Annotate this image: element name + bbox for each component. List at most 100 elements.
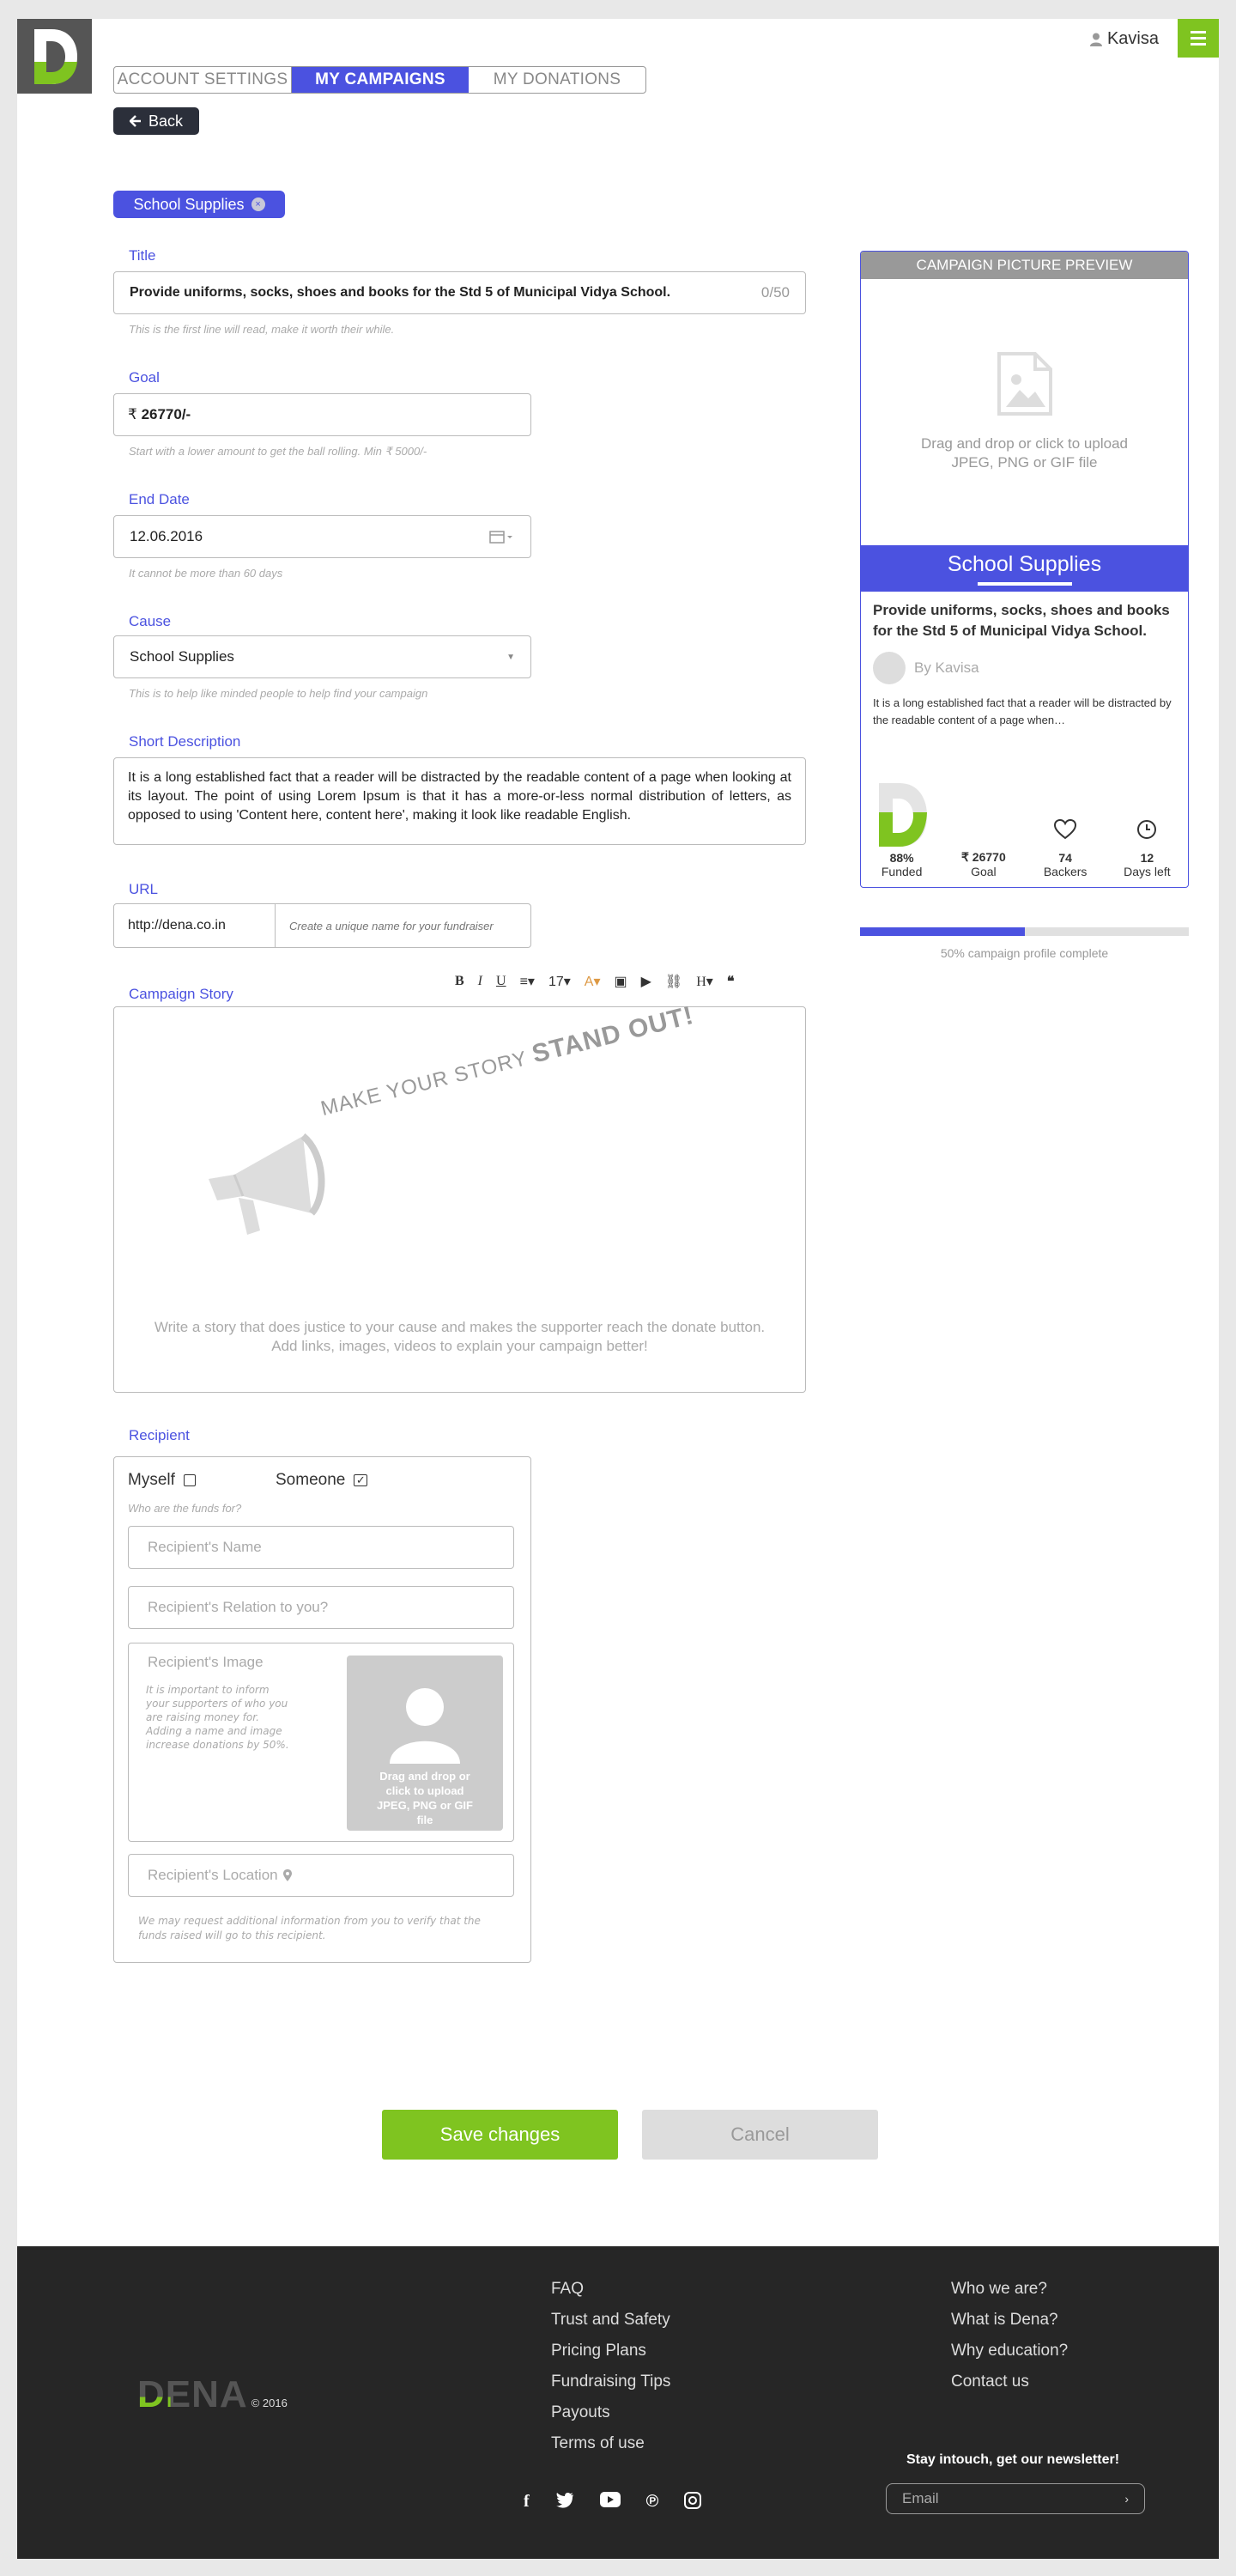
cancel-button[interactable]: Cancel (642, 2110, 878, 2160)
days-value: 12 (1140, 851, 1154, 865)
campaign-story-editor[interactable]: MAKE YOUR STORY STAND OUT! Write a story… (113, 1001, 806, 1393)
dena-logo[interactable] (17, 19, 92, 94)
title-input[interactable]: Provide uniforms, socks, shoes and books… (113, 271, 806, 314)
currency-symbol: ₹ (128, 406, 137, 422)
footer-link-pricing[interactable]: Pricing Plans (551, 2336, 670, 2366)
font-size-select[interactable]: 17▾ (548, 973, 571, 990)
youtube-icon[interactable] (599, 2492, 621, 2507)
video-icon[interactable]: ▶ (641, 973, 651, 990)
align-icon[interactable]: ≡▾ (520, 973, 535, 990)
recipient-box: Myself Someone ✓ Who are the funds for? … (113, 1456, 531, 1963)
user-menu[interactable]: Kavisa (1089, 29, 1159, 49)
footer-link-faq[interactable]: FAQ (551, 2274, 670, 2305)
italic-icon[interactable]: I (478, 974, 482, 989)
pinterest-icon[interactable]: ℗ (646, 2492, 659, 2512)
preview-image-upload[interactable]: Drag and drop or click to upload JPEG, P… (861, 279, 1188, 545)
hamburger-menu-button[interactable] (1178, 19, 1219, 58)
title-label: Title (129, 247, 156, 264)
footer-links-col2: Who we are? What is Dena? Why education?… (951, 2274, 1068, 2397)
arrow-left-icon (129, 115, 141, 127)
preview-author: By Kavisa (861, 641, 1188, 695)
profile-progress-bar (860, 927, 1189, 936)
footer-link-who[interactable]: Who we are? (951, 2274, 1068, 2305)
heart-icon (1054, 818, 1077, 840)
footer-link-what[interactable]: What is Dena? (951, 2305, 1068, 2336)
category-pill[interactable]: School Supplies × (113, 191, 285, 218)
footer-brand[interactable]: DENA DENA © 2016 (137, 2373, 288, 2416)
campaign-story-label: Campaign Story (129, 986, 233, 1002)
someone-checkbox[interactable]: ✓ (354, 1473, 368, 1486)
editor-toolbar: B I U ≡▾ 17▾ A▾ ▣ ▶ ⛓ H▾ ❝ (455, 973, 734, 990)
bold-icon[interactable]: B (455, 974, 464, 989)
text-color-icon[interactable]: A▾ (585, 973, 601, 990)
heading-icon[interactable]: H▾ (696, 973, 713, 990)
user-name: Kavisa (1106, 29, 1159, 48)
funded-value: 88% (889, 851, 914, 865)
progress-text: 50% campaign profile complete (940, 946, 1109, 960)
progress-fill (860, 927, 1025, 936)
cause-select[interactable]: School Supplies ▼ (113, 635, 531, 678)
goal-label: Goal (129, 369, 160, 386)
title-value: Provide uniforms, socks, shoes and books… (130, 285, 671, 300)
recipient-image-label: Recipient's Image (148, 1654, 264, 1670)
cause-label: Cause (129, 613, 172, 629)
recipient-name-input[interactable]: Recipient's Name (128, 1526, 514, 1569)
recipient-image-note: It is important to inform your supporter… (146, 1684, 289, 1751)
underline-icon[interactable]: U (496, 974, 506, 989)
link-icon[interactable]: ⛓ (665, 973, 682, 990)
backers-value: 74 (1058, 851, 1072, 865)
footer: DENA DENA © 2016 FAQ Trust and Safety Pr… (17, 2246, 1219, 2559)
tab-my-donations[interactable]: MY DONATIONS (469, 67, 645, 93)
instagram-icon[interactable] (684, 2492, 702, 2509)
footer-link-contact[interactable]: Contact us (951, 2366, 1068, 2397)
calendar-icon[interactable] (489, 530, 515, 544)
url-field: http://dena.co.in (113, 903, 531, 948)
story-tagline-a: MAKE YOUR STORY (318, 1047, 530, 1121)
myself-checkbox[interactable] (183, 1474, 196, 1486)
short-description-value: It is a long established fact that a rea… (128, 770, 791, 823)
goal-value: 26770/- (141, 406, 191, 422)
save-button[interactable]: Save changes (382, 2110, 618, 2160)
back-button[interactable]: Back (113, 107, 199, 135)
facebook-icon[interactable]: f (524, 2492, 530, 2512)
user-icon (1089, 33, 1102, 46)
myself-option[interactable]: Myself (128, 1471, 196, 1490)
goal-input[interactable]: ₹ 26770/- (113, 393, 531, 436)
story-hint-line2: Add links, images, videos to explain you… (271, 1338, 648, 1354)
title-counter: 0/50 (760, 284, 790, 301)
preview-upload-line2: JPEG, PNG or GIF file (951, 454, 1098, 471)
recipient-relation-input[interactable]: Recipient's Relation to you? (128, 1586, 514, 1629)
chevron-down-icon: ▼ (506, 652, 515, 662)
recipient-question: Who are the funds for? (128, 1502, 242, 1515)
stat-backers: 74 Backers (1031, 818, 1100, 878)
quote-icon[interactable]: ❝ (727, 973, 735, 990)
end-date-input[interactable]: 12.06.2016 (113, 515, 531, 558)
footer-link-trust[interactable]: Trust and Safety (551, 2305, 670, 2336)
url-slug-input[interactable] (276, 919, 530, 933)
end-date-label: End Date (129, 491, 190, 507)
twitter-icon[interactable] (555, 2492, 574, 2509)
footer-link-payouts[interactable]: Payouts (551, 2397, 670, 2428)
preview-title: Provide uniforms, socks, shoes and books… (873, 602, 1170, 639)
story-tagline-b: STAND OUT (529, 1003, 688, 1069)
footer-links-col1: FAQ Trust and Safety Pricing Plans Fundr… (551, 2274, 670, 2459)
footer-link-tips[interactable]: Fundraising Tips (551, 2366, 670, 2397)
someone-option[interactable]: Someone ✓ (276, 1471, 368, 1490)
chevron-right-icon[interactable]: › (1124, 2492, 1129, 2506)
newsletter-email-input[interactable]: Email › (886, 2483, 1145, 2514)
short-description-textarea[interactable]: It is a long established fact that a rea… (113, 757, 806, 845)
image-icon[interactable]: ▣ (614, 973, 627, 990)
footer-link-terms[interactable]: Terms of use (551, 2428, 670, 2459)
remove-category-icon[interactable]: × (251, 197, 265, 211)
funded-d-icon (878, 783, 927, 847)
footer-link-why[interactable]: Why education? (951, 2336, 1068, 2366)
myself-label: Myself (128, 1471, 175, 1489)
location-pin-icon (282, 1869, 292, 1881)
tab-my-campaigns[interactable]: MY CAMPAIGNS (292, 67, 469, 93)
recipient-image-upload[interactable]: Drag and drop or click to upload JPEG, P… (347, 1656, 503, 1831)
tab-account-settings[interactable]: ACCOUNT SETTINGS (114, 67, 292, 93)
recipient-location-input[interactable]: Recipient's Location (128, 1854, 514, 1897)
cause-hint: This is to help like minded people to he… (129, 687, 428, 700)
preview-stats: 88% Funded ₹ 26770 Goal 74 Backers 12 Da… (861, 767, 1188, 878)
days-label: Days left (1124, 865, 1171, 878)
